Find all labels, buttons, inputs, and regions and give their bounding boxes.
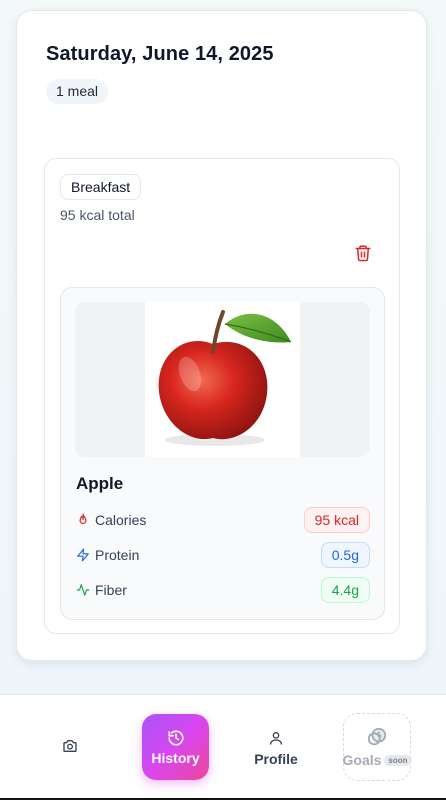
nav-profile-label: Profile (254, 751, 298, 767)
nutrient-value-calories: 95 kcal (303, 507, 370, 533)
date-title: Saturday, June 14, 2025 (46, 43, 274, 65)
nutrient-value-protein: 0.5g (320, 542, 370, 568)
nav-profile[interactable]: Profile (246, 723, 306, 773)
nutrient-label-protein: Protein (95, 547, 140, 563)
nutrient-row-calories: Calories 95 kcal (76, 507, 370, 533)
flame-icon (79, 513, 87, 525)
delete-meal-button[interactable] (352, 241, 374, 265)
nav-goals-label: Goals (342, 752, 382, 768)
nav-history-label: History (151, 749, 200, 766)
nav-history[interactable]: History (142, 714, 209, 780)
food-image (75, 302, 370, 457)
activity-icon (76, 584, 90, 596)
nutrient-value-fiber: 4.4g (320, 577, 370, 603)
trash-icon (355, 245, 371, 262)
soon-badge: soon (384, 754, 412, 766)
meal-total-calories: 95 kcal total (60, 207, 135, 223)
day-card: Saturday, June 14, 2025 1 meal Breakfast… (16, 10, 427, 661)
nutrient-label-calories: Calories (95, 512, 147, 528)
user-icon (270, 732, 282, 745)
food-item-card: Apple Calories 95 kcal Protein 0.5g Fibe… (60, 287, 385, 620)
camera-icon (63, 740, 77, 752)
food-name: Apple (76, 474, 124, 493)
history-icon (167, 729, 184, 746)
nutrient-label-fiber: Fiber (95, 582, 127, 598)
nav-goals[interactable]: Goals soon (342, 713, 412, 781)
goals-icon (367, 727, 387, 746)
apple-photo (158, 310, 292, 446)
bottom-nav: History Profile Goals soon (0, 694, 446, 800)
bolt-icon (77, 548, 89, 562)
nav-camera[interactable] (52, 731, 88, 761)
meal-count-badge: 1 meal (46, 79, 109, 104)
nutrient-row-protein: Protein 0.5g (76, 542, 370, 568)
meal-type-badge: Breakfast (60, 174, 142, 200)
meal-card: Breakfast 95 kcal total Apple Calories 9… (44, 158, 400, 634)
nutrient-row-fiber: Fiber 4.4g (76, 577, 370, 603)
